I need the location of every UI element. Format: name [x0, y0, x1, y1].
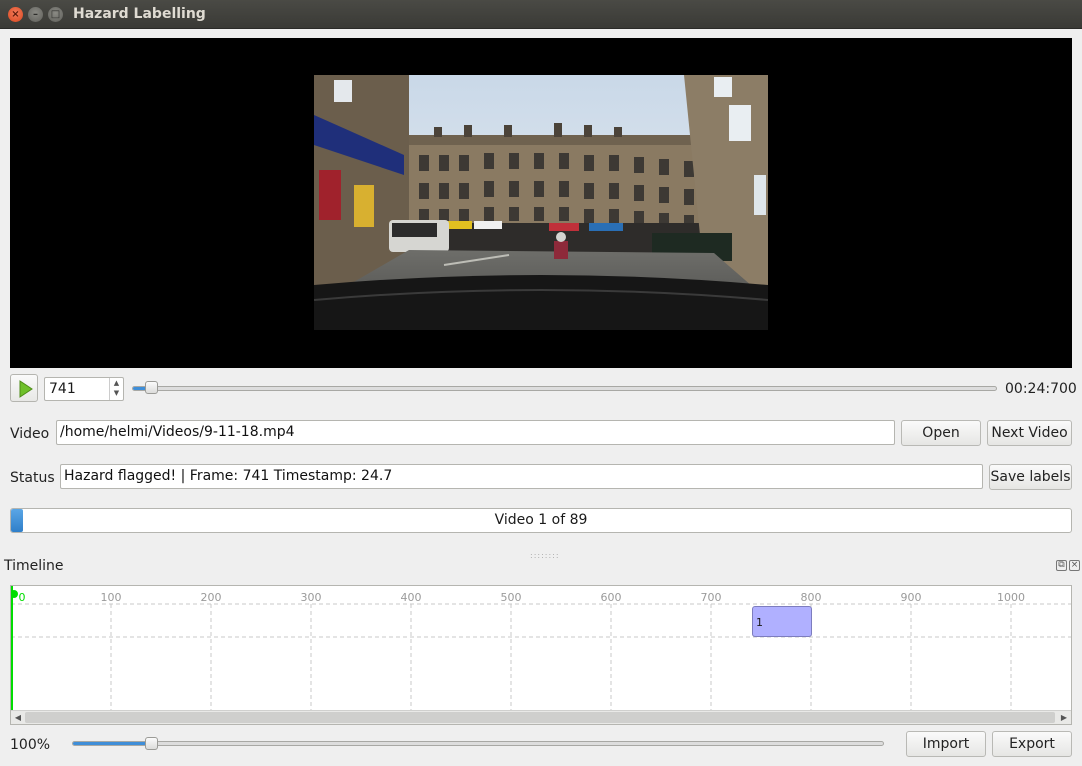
window-minimize-button[interactable]: – [28, 7, 43, 22]
scroll-right-arrow[interactable]: ▶ [1057, 711, 1071, 724]
status-label: Status [10, 470, 55, 486]
window-maximize-button[interactable]: □ [48, 7, 63, 22]
video-frame-image [314, 75, 768, 330]
splitter-handle[interactable]: :::::::: [530, 551, 560, 560]
close-icon[interactable]: × [1069, 560, 1080, 571]
video-progress-bar: Video 1 of 89 [10, 508, 1072, 533]
play-icon [19, 380, 33, 398]
timeline-tick-label: 0 [18, 591, 26, 604]
video-label: Video [10, 426, 50, 442]
play-button[interactable] [10, 374, 38, 402]
seek-slider[interactable] [132, 386, 997, 391]
frame-spinbox[interactable]: 741 ▲ ▼ [44, 377, 124, 401]
window-title: Hazard Labelling [73, 6, 206, 22]
zoom-slider[interactable] [72, 741, 884, 746]
timeline-tick-label: 100 [100, 591, 122, 604]
video-display [10, 38, 1072, 368]
timeline-scrollbar[interactable]: ◀ ▶ [11, 710, 1071, 724]
seek-slider-handle[interactable] [145, 381, 158, 394]
timeline-tick-label: 800 [800, 591, 822, 604]
playhead-marker[interactable] [11, 590, 18, 598]
next-video-button[interactable]: Next Video [987, 420, 1072, 446]
timestamp-label: 00:24:700 [1005, 381, 1077, 397]
progress-text: Video 1 of 89 [494, 512, 588, 528]
timeline-tick-label: 200 [200, 591, 222, 604]
import-button[interactable]: Import [906, 731, 986, 757]
hazard-block[interactable]: 1 [752, 606, 812, 637]
timeline-tick-label: 600 [600, 591, 622, 604]
scroll-left-arrow[interactable]: ◀ [11, 711, 25, 724]
timeline-tick-label: 400 [400, 591, 422, 604]
timeline-view[interactable]: 0 100 200 300 400 500 600 700 800 900 1000 1 ◀ ▶ [10, 585, 1072, 725]
zoom-slider-handle[interactable] [144, 737, 158, 750]
window-close-button[interactable]: × [8, 7, 23, 22]
frame-spinbox-value[interactable]: 741 [49, 381, 76, 397]
video-path-field[interactable]: /home/helmi/Videos/9-11-18.mp4 [56, 420, 895, 445]
timeline-tick-label: 500 [500, 591, 522, 604]
spinbox-arrows[interactable]: ▲ ▼ [109, 378, 123, 400]
timeline-tick-label: 700 [700, 591, 722, 604]
export-button[interactable]: Export [992, 731, 1072, 757]
timeline-tick-label: 300 [300, 591, 322, 604]
status-field[interactable]: Hazard flagged! | Frame: 741 Timestamp: … [60, 464, 983, 489]
zoom-label: 100% [10, 737, 51, 753]
timeline-grid [11, 586, 1071, 711]
dock-controls: ⧉ × [1054, 559, 1080, 571]
timeline-tick-label: 1000 [997, 591, 1025, 604]
scrollbar-thumb[interactable] [25, 712, 1055, 723]
hazard-block-label: 1 [756, 616, 763, 629]
float-icon[interactable]: ⧉ [1056, 560, 1067, 571]
zoom-slider-fill [73, 742, 152, 745]
title-bar: × – □ Hazard Labelling [0, 0, 1082, 29]
timeline-title: Timeline [4, 558, 64, 574]
save-labels-button[interactable]: Save labels [989, 464, 1072, 490]
timeline-tick-label: 900 [900, 591, 922, 604]
open-button[interactable]: Open [901, 420, 981, 446]
